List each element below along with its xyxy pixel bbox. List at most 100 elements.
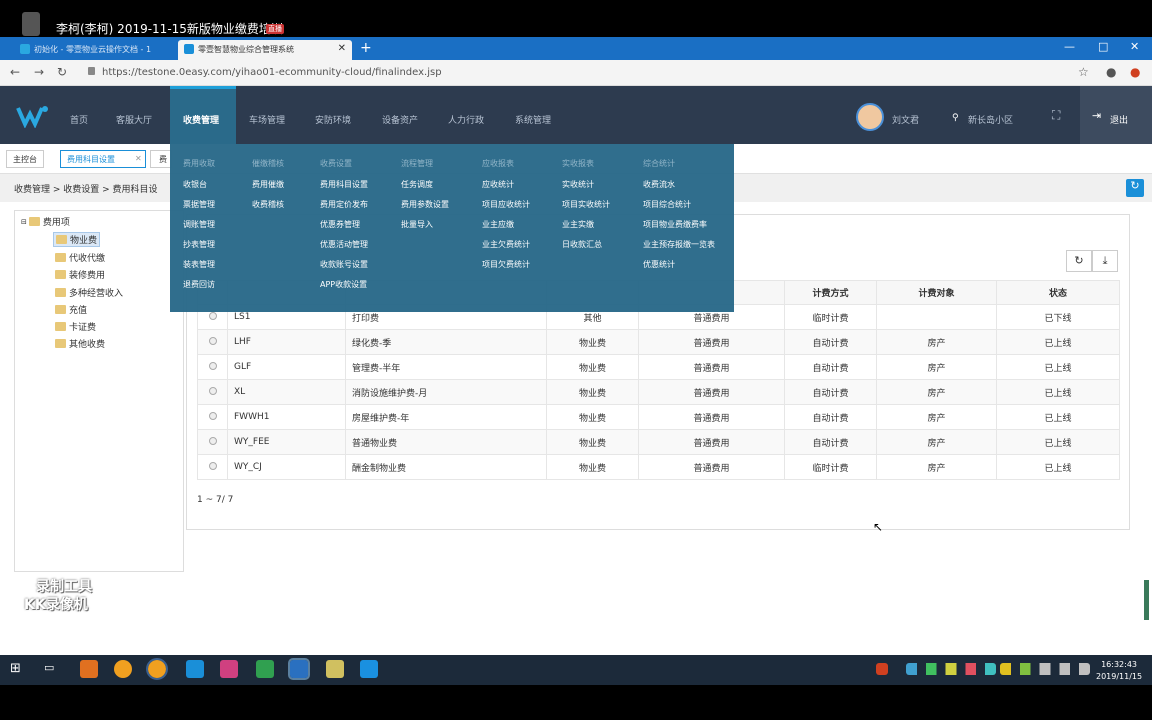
forward-icon[interactable]: → <box>34 65 44 79</box>
menu-item[interactable]: 收银台 <box>183 179 207 190</box>
tree-node-card[interactable]: 卡证费 <box>55 320 96 333</box>
page-tab-more[interactable]: 费 <box>150 150 172 168</box>
menu-item[interactable]: 项目实收统计 <box>562 199 610 210</box>
browser-tab-docs[interactable]: 初始化 - 零壹物业云操作文档 - 1 <box>14 40 170 60</box>
file-explorer-icon[interactable] <box>326 660 344 678</box>
menu-item[interactable]: 调账管理 <box>183 219 215 230</box>
menu-item[interactable]: 抄表管理 <box>183 239 215 250</box>
refresh-page-button[interactable]: ↻ <box>1126 179 1144 197</box>
menu-item[interactable]: 业主欠费统计 <box>482 239 530 250</box>
nav-item-home[interactable]: 首页 <box>70 113 88 126</box>
radio-icon[interactable] <box>208 461 217 470</box>
chrome-active-icon[interactable] <box>146 658 168 680</box>
reload-table-icon[interactable]: ↻ <box>1066 250 1092 272</box>
menu-item[interactable]: 业主应缴 <box>482 219 514 230</box>
menu-item[interactable]: 费用定价发布 <box>320 199 368 210</box>
url-input[interactable]: https://testone.0easy.com/yihao01-ecommu… <box>88 64 1098 82</box>
nav-item-security[interactable]: 安防环境 <box>315 113 351 126</box>
menu-item[interactable]: 日收款汇总 <box>562 239 602 250</box>
menu-item[interactable]: 票据管理 <box>183 199 215 210</box>
table-row[interactable]: FWWH1 房屋维护费-年 物业费 普通费用 自动计费 房产 已上线 <box>197 404 1120 430</box>
tree-node-recharge[interactable]: 充值 <box>55 303 87 316</box>
new-tab-button[interactable]: + <box>360 40 372 56</box>
close-window-icon[interactable]: ✕ <box>1130 40 1139 53</box>
menu-item[interactable]: 优惠活动管理 <box>320 239 368 250</box>
table-row[interactable]: WY_FEE 普通物业费 物业费 普通费用 自动计费 房产 已上线 <box>197 429 1120 455</box>
user-avatar[interactable] <box>856 103 884 131</box>
nav-item-assets[interactable]: 设备资产 <box>382 113 418 126</box>
table-row[interactable]: GLF 管理费-半年 物业费 普通费用 自动计费 房产 已上线 <box>197 354 1120 380</box>
app-icon[interactable] <box>220 660 238 678</box>
user-name[interactable]: 刘文君 <box>892 113 919 126</box>
menu-item[interactable]: 收费稽核 <box>252 199 284 210</box>
menu-item[interactable]: 退费回访 <box>183 279 215 290</box>
menu-item[interactable]: 收费流水 <box>643 179 675 190</box>
app-icon[interactable] <box>80 660 98 678</box>
maximize-icon[interactable]: □ <box>1098 40 1108 53</box>
app-icon[interactable] <box>256 660 274 678</box>
tree-root[interactable]: ⊟ 费用项 <box>21 215 70 228</box>
menu-item[interactable]: 项目欠费统计 <box>482 259 530 270</box>
task-view-icon[interactable]: ▭ <box>44 661 54 674</box>
menu-item[interactable]: 实收统计 <box>562 179 594 190</box>
minimize-icon[interactable]: — <box>1064 40 1075 53</box>
radio-icon[interactable] <box>208 336 217 345</box>
table-row[interactable]: WY_CJ 酬金制物业费 物业费 普通费用 临时计费 房产 已上线 <box>197 454 1120 480</box>
tree-node-property[interactable]: 物业费 <box>53 232 101 247</box>
radio-icon[interactable] <box>208 411 217 420</box>
tray-icon[interactable] <box>876 663 888 675</box>
menu-item[interactable]: 装表管理 <box>183 259 215 270</box>
radio-icon[interactable] <box>208 311 217 320</box>
tree-node-business[interactable]: 多种经营收入 <box>55 286 123 299</box>
menu-item[interactable]: 批量导入 <box>401 219 433 230</box>
tree-node-other[interactable]: 其他收费 <box>55 337 105 350</box>
menu-item[interactable]: 业主预存报缴一览表 <box>643 239 715 250</box>
menu-item[interactable]: 费用催缴 <box>252 179 284 190</box>
table-row[interactable]: LHF 绿化费-季 物业费 普通费用 自动计费 房产 已上线 <box>197 329 1120 355</box>
menu-item[interactable]: 优惠统计 <box>643 259 675 270</box>
app-icon[interactable] <box>186 660 204 678</box>
col-header-method[interactable]: 计费方式 <box>784 280 877 305</box>
browser-tab-app[interactable]: 零壹智慧物业综合管理系统 ✕ <box>178 40 352 60</box>
col-header-target[interactable]: 计费对象 <box>876 280 997 305</box>
extension-icon[interactable]: ● <box>1130 65 1140 79</box>
nav-item-hr[interactable]: 人力行政 <box>448 113 484 126</box>
menu-item[interactable]: 应收统计 <box>482 179 514 190</box>
nav-item-service[interactable]: 客服大厅 <box>116 113 152 126</box>
col-header-status[interactable]: 状态 <box>996 280 1120 305</box>
tray-system-icons[interactable] <box>1000 663 1090 675</box>
menu-item[interactable]: 优惠券管理 <box>320 219 360 230</box>
close-tab-icon[interactable]: ✕ <box>338 43 346 54</box>
page-tab-fee-subject[interactable]: 费用科目设置 ✕ <box>60 150 146 168</box>
reload-icon[interactable]: ↻ <box>57 65 67 79</box>
menu-item[interactable]: 业主实缴 <box>562 219 594 230</box>
scrollbar-thumb[interactable] <box>1144 580 1149 620</box>
community-selector[interactable]: 新长岛小区 <box>968 113 1013 126</box>
menu-item[interactable]: 项目应收统计 <box>482 199 530 210</box>
menu-item[interactable]: 项目综合统计 <box>643 199 691 210</box>
nav-item-system[interactable]: 系统管理 <box>515 113 551 126</box>
menu-item[interactable]: 项目物业费缴费率 <box>643 219 707 230</box>
menu-item[interactable]: 费用参数设置 <box>401 199 449 210</box>
page-tab-dashboard[interactable]: 主控台 <box>6 150 44 168</box>
menu-item[interactable]: APP收款设置 <box>320 279 367 290</box>
logout-button[interactable]: ⇥ 退出 <box>1080 86 1152 144</box>
windows-start-icon[interactable]: ⊞ <box>10 661 21 676</box>
menu-item[interactable]: 任务调度 <box>401 179 433 190</box>
tree-node-decoration[interactable]: 装修费用 <box>55 268 105 281</box>
recorder-app-icon[interactable] <box>360 660 378 678</box>
table-row[interactable]: XL 消防设施维护费-月 物业费 普通费用 自动计费 房产 已上线 <box>197 379 1120 405</box>
tray-icons[interactable] <box>906 663 996 675</box>
export-icon[interactable]: ⤓ <box>1092 250 1118 272</box>
account-icon[interactable]: ● <box>1106 65 1116 79</box>
radio-icon[interactable] <box>208 361 217 370</box>
app-icon[interactable] <box>288 658 310 680</box>
nav-item-parking[interactable]: 车场管理 <box>249 113 285 126</box>
tree-node-collection[interactable]: 代收代缴 <box>55 251 105 264</box>
radio-icon[interactable] <box>208 386 217 395</box>
close-page-tab-icon[interactable]: ✕ <box>135 154 142 163</box>
nav-item-billing[interactable]: 收费管理 <box>183 113 219 126</box>
radio-icon[interactable] <box>208 436 217 445</box>
back-icon[interactable]: ← <box>10 65 20 79</box>
menu-item[interactable]: 费用科目设置 <box>320 179 368 190</box>
